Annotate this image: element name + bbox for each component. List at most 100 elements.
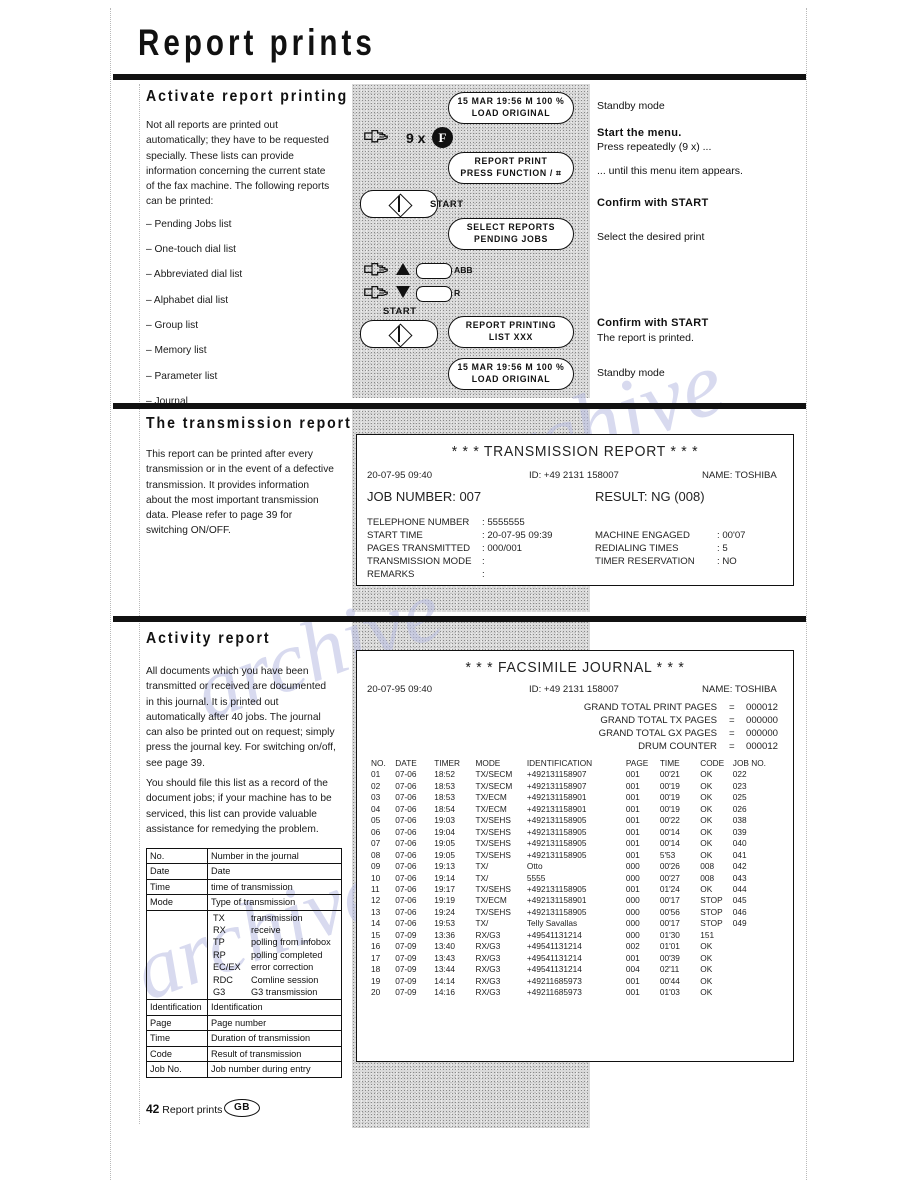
list-item: TX transmission — [211, 912, 338, 924]
table-cell: RX/G3 — [475, 964, 501, 975]
table-cell: +492131158901 — [526, 792, 587, 803]
table-cell: OK — [700, 975, 713, 986]
table-cell: 049 — [732, 918, 747, 929]
facsimile-journal-printout: * * * FACSIMILE JOURNAL * * * 20-07-95 0… — [356, 650, 794, 1062]
r-key-button[interactable] — [416, 286, 452, 302]
start-diamond-icon — [387, 322, 413, 348]
table-cell: +49541131214 — [526, 952, 582, 963]
table-cell: TX/SECM — [475, 780, 513, 791]
transmission-field-label: START TIME — [367, 530, 423, 541]
legend-key: No. — [146, 847, 208, 865]
column-header: PAGE — [625, 758, 649, 768]
transmission-field-label: TELEPHONE NUMBER — [367, 517, 470, 528]
table-cell: TX/SEHS — [475, 906, 511, 917]
table-cell: 001 — [625, 792, 640, 803]
table-cell: 07-06 — [395, 792, 417, 803]
table-cell: +49211685973 — [526, 987, 582, 998]
table-cell: 18:53 — [434, 792, 455, 803]
journal-id: ID: +49 2131 158007 — [529, 684, 619, 695]
page-footer: 42 Report prints — [146, 1102, 222, 1116]
table-cell: 18:52 — [434, 769, 455, 780]
table-row: 13 07-06 19:24 TX/SEHS +492131158905 000 00'56… — [371, 907, 766, 918]
repeat-count-label: 9 x — [406, 130, 426, 146]
table-row: Identification Identification — [146, 999, 342, 1016]
transmission-field-value: : — [482, 569, 485, 580]
table-row: 08 07-06 19:05 TX/SEHS +492131158905 001 5'53 O… — [371, 850, 766, 861]
table-cell: 01'30 — [659, 929, 680, 940]
annotation-confirm-start-1: Confirm with START — [597, 197, 709, 209]
list-item: G3 G3 transmission — [211, 986, 338, 998]
table-cell: Otto — [526, 861, 543, 872]
start-button[interactable] — [360, 190, 438, 218]
table-cell: 001 — [625, 952, 640, 963]
legend-key: Job No. — [146, 1061, 208, 1078]
table-cell: 13:43 — [434, 952, 455, 963]
table-row: Time time of transmission — [146, 878, 342, 896]
transmission-field-value: : 000/001 — [482, 543, 523, 554]
abb-key-button[interactable] — [416, 263, 452, 279]
transmission-field-value: : NO — [717, 556, 737, 567]
pointing-hand-icon — [363, 129, 389, 145]
table-cell — [733, 953, 766, 964]
table-cell: 022 — [732, 769, 747, 780]
table-cell: +492131158905 — [526, 849, 587, 860]
table-row: 03 07-06 18:53 TX/ECM +492131158901 001 00'19 O… — [371, 792, 766, 803]
table-cell: 07-09 — [395, 964, 417, 975]
journal-total-label: GRAND TOTAL TX PAGES — [600, 715, 717, 726]
transmission-field-label: REDIALING TIMES — [595, 543, 679, 554]
arrow-down-icon — [396, 286, 410, 298]
table-cell: +49541131214 — [526, 929, 582, 940]
table-cell: 15 — [371, 929, 381, 940]
table-header-row: NO. DATE TIMER MODE IDENTIFICATION PAGE … — [371, 758, 766, 769]
lcd-line-1: 15 MAR 19:56 M 100 % — [457, 362, 565, 372]
table-cell: 11 — [371, 883, 380, 894]
activity-paragraph-2: You should file this list as a record of… — [146, 777, 332, 835]
journal-total-eq: = — [729, 741, 735, 752]
table-cell: 00'44 — [659, 975, 680, 986]
journal-total-value: 000000 — [746, 728, 779, 739]
table-cell: RX/G3 — [475, 929, 501, 940]
table-cell: 09 — [371, 861, 381, 872]
table-cell: 13 — [371, 906, 381, 917]
table-cell: 07 — [371, 838, 381, 849]
table-cell: 07-06 — [395, 815, 417, 826]
journal-total-value: 000012 — [746, 702, 779, 713]
annotation-standby-top: Standby mode — [597, 100, 665, 112]
table-cell: STOP — [700, 895, 723, 906]
table-cell: +492131158905 — [526, 838, 587, 849]
legend-value: time of transmission — [207, 878, 342, 896]
list-item: RDC Comline session — [211, 974, 338, 986]
function-key-button[interactable]: F — [432, 127, 453, 148]
table-cell: RX/G3 — [475, 952, 501, 963]
legend-value: Duration of transmission — [207, 1030, 342, 1047]
report-list-item: – Memory list — [146, 344, 207, 357]
table-cell: 07-06 — [395, 780, 417, 791]
legend-value: Type of transmission — [207, 894, 342, 911]
table-cell: 18:53 — [434, 780, 455, 791]
mode-abbr: TP — [213, 937, 225, 948]
legend-key: Time — [146, 878, 208, 896]
transmission-result: RESULT: NG (008) — [595, 489, 705, 504]
table-row: 09 07-06 19:13 TX/Otto 000 00'26 008 042 — [371, 861, 766, 872]
table-row: Mode Type of transmission — [146, 894, 342, 911]
legend-key: Time — [146, 1030, 208, 1047]
legend-value: Date — [207, 863, 342, 880]
start-bar-icon — [398, 326, 400, 342]
abb-key-label: ABB — [454, 265, 473, 275]
table-cell: OK — [700, 987, 713, 998]
table-cell: 00'14 — [659, 826, 680, 837]
table-cell: 01'03 — [659, 987, 680, 998]
table-cell: 038 — [732, 815, 747, 826]
report-list-item: – Abbreviated dial list — [146, 268, 243, 281]
table-row: 18 07-09 13:44 RX/G3 +49541131214 004 02'11 OK — [371, 964, 766, 975]
table-cell: 00'17 — [659, 895, 680, 906]
table-cell: 19:13 — [434, 861, 455, 872]
table-cell: 07-06 — [395, 895, 417, 906]
table-cell: OK — [700, 941, 713, 952]
table-cell: 044 — [732, 883, 747, 894]
table-cell: 042 — [732, 861, 747, 872]
table-cell: 001 — [625, 780, 640, 791]
activate-paragraph: Not all reports are printed out automati… — [146, 119, 330, 208]
table-cell: +492131158901 — [526, 803, 587, 814]
start-button[interactable] — [360, 320, 438, 348]
